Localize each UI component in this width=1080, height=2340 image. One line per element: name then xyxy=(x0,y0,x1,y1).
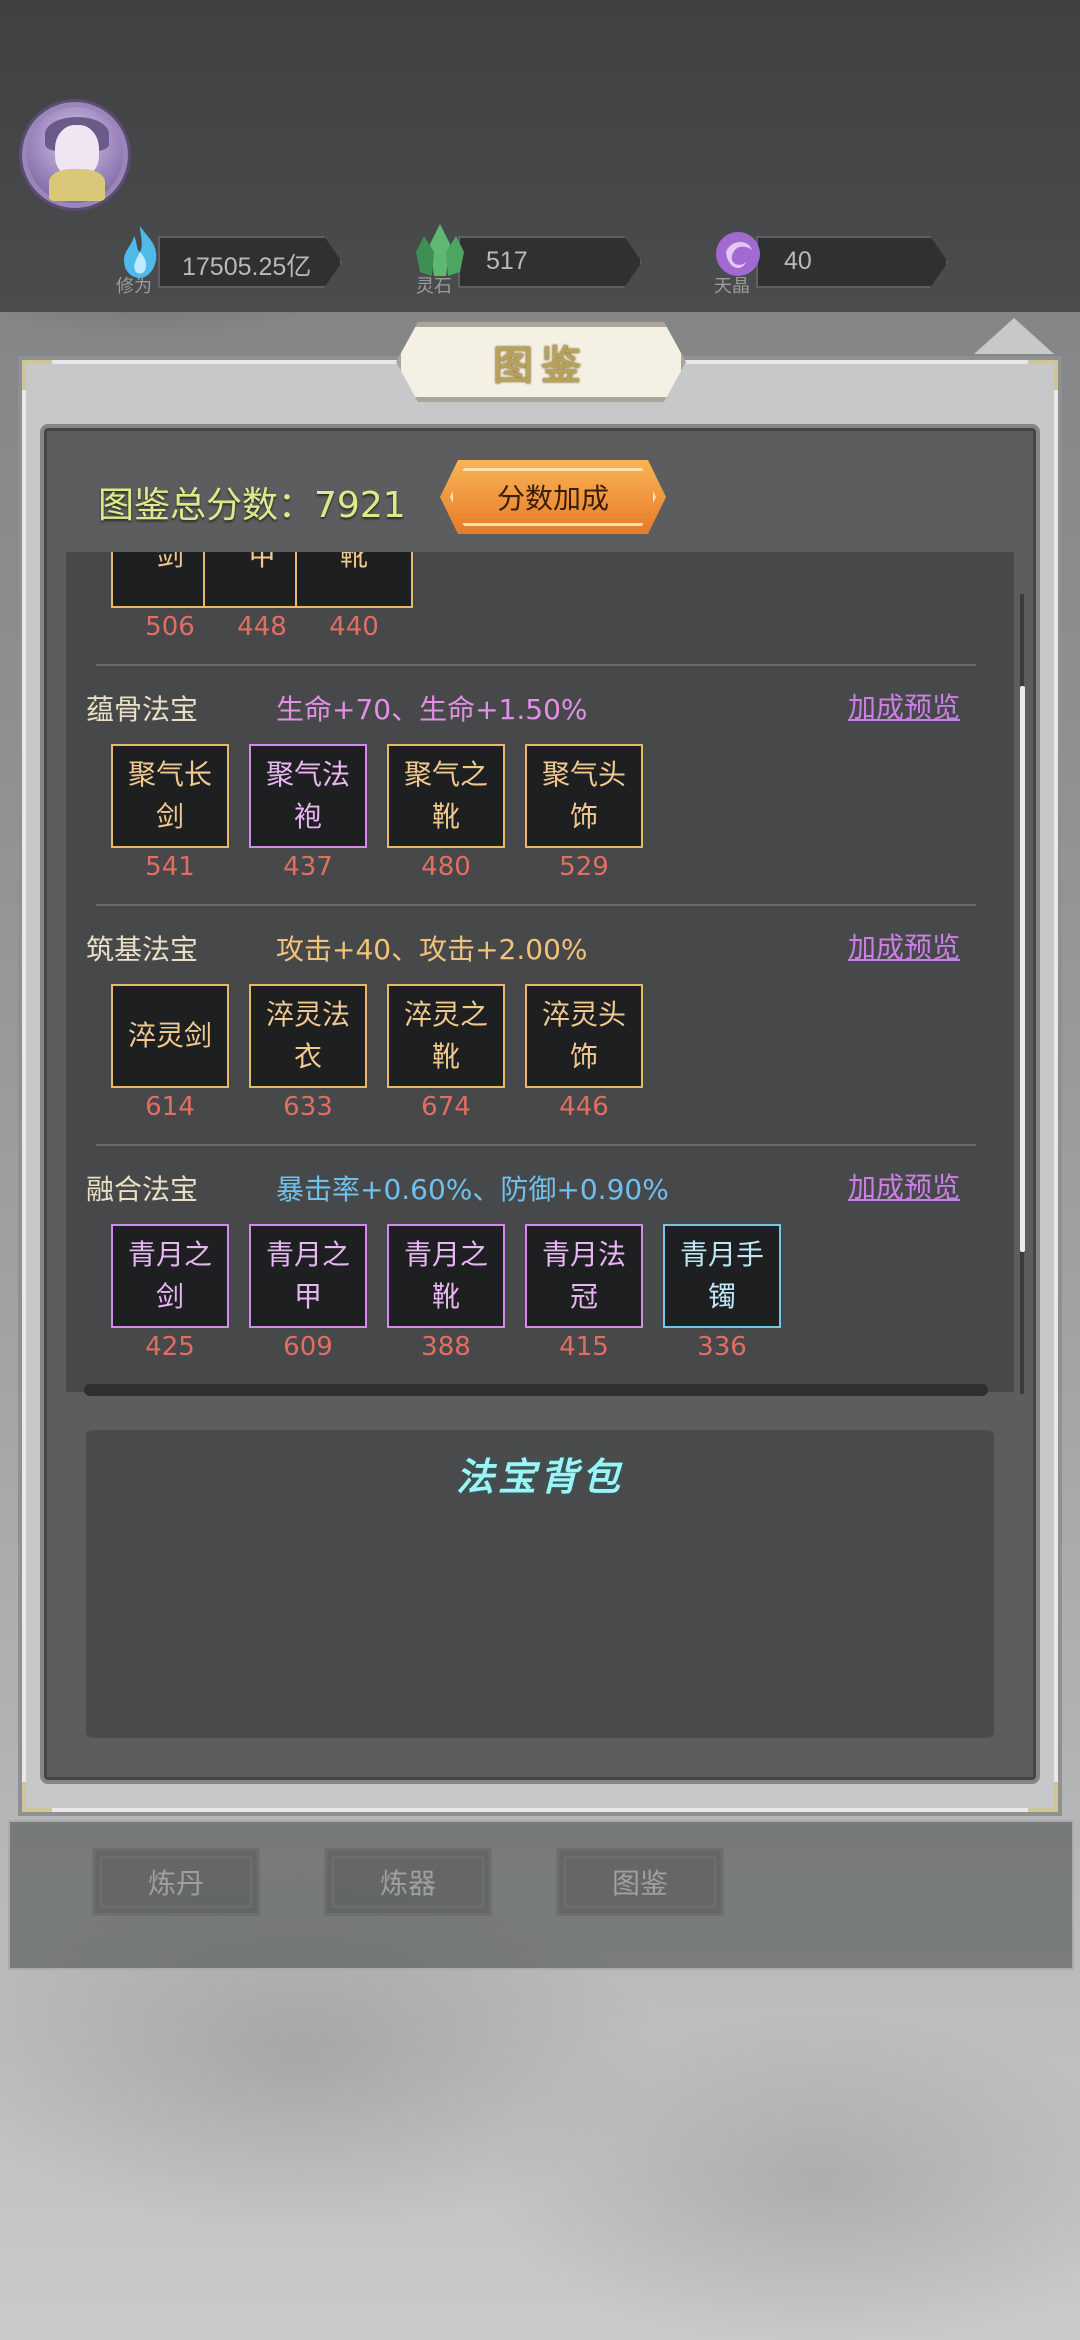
resource-value: 517 xyxy=(486,247,528,275)
resource-sky-crystal[interactable]: 40 天晶 xyxy=(708,232,948,297)
item-name: 淬灵头饰 xyxy=(541,998,626,1073)
panel-title-plaque: 图鉴 xyxy=(396,322,686,402)
item-slot[interactable]: 淬灵之靴 xyxy=(387,984,505,1088)
resource-caption: 灵石 xyxy=(416,276,452,297)
treasure-bag-title: 法宝背包 xyxy=(455,1454,624,1499)
bonus-preview-link[interactable]: 加成预览 xyxy=(848,926,960,966)
item-slot[interactable]: 靴 xyxy=(295,552,413,608)
tab-label: 炼丹 xyxy=(147,1867,204,1900)
total-score: 图鉴总分数：7921 xyxy=(98,476,406,528)
resource-value: 17505.25亿 xyxy=(182,253,312,281)
item-score: 674 xyxy=(421,1092,471,1122)
item-slot[interactable]: 青月法冠 xyxy=(525,1224,643,1328)
resource-spirit-stone[interactable]: 517 灵石 xyxy=(410,224,642,297)
item-name: 淬灵之靴 xyxy=(403,998,488,1073)
resource-caption: 修为 xyxy=(116,276,152,297)
item-score: 541 xyxy=(145,852,195,882)
item-slot[interactable]: 淬灵法衣 xyxy=(249,984,367,1088)
set-bonus: 生命+70、生命+1.50% xyxy=(276,693,588,726)
item-score: 609 xyxy=(283,1332,333,1362)
section-divider xyxy=(96,904,976,906)
item-slot[interactable]: 聚气长剑 xyxy=(111,744,229,848)
item-score: 440 xyxy=(329,612,379,642)
item-slot[interactable]: 青月手镯 xyxy=(663,1224,781,1328)
tab-codex[interactable]: 图鉴 xyxy=(556,1848,724,1916)
list-bottom-edge xyxy=(84,1384,988,1396)
resource-value: 40 xyxy=(784,247,812,275)
resource-cultivation[interactable]: 17505.25亿 修为 xyxy=(110,226,342,297)
item-slot[interactable]: 聚气头饰 xyxy=(525,744,643,848)
set-bonus: 攻击+40、攻击+2.00% xyxy=(276,933,588,966)
total-score-value: 7921 xyxy=(314,485,406,526)
item-score: 446 xyxy=(559,1092,609,1122)
resource-caption: 天晶 xyxy=(714,276,750,297)
item-slot[interactable]: 青月之甲 xyxy=(249,1224,367,1328)
item-name: 淬灵法衣 xyxy=(265,998,350,1073)
item-name: 聚气法袍 xyxy=(265,758,350,833)
item-name: 聚气之靴 xyxy=(403,758,488,833)
item-score: 388 xyxy=(421,1332,471,1362)
codex-set-list[interactable]: 剑 甲 靴 506 448 440 蕴骨法宝 生命+70、生命+1.50% 加成… xyxy=(66,552,1014,1392)
top-hud: 17505.25亿 修为 517 灵石 40 天晶 xyxy=(0,0,1080,312)
item-name: 青月之靴 xyxy=(403,1238,488,1313)
total-score-label: 图鉴总分数： xyxy=(98,485,315,526)
bonus-preview-link[interactable]: 加成预览 xyxy=(848,1166,960,1206)
section-divider xyxy=(96,664,976,666)
item-score: 437 xyxy=(283,852,333,882)
item-name: 剑 xyxy=(155,552,184,572)
tab-label: 炼器 xyxy=(379,1867,436,1900)
scrollbar-thumb[interactable] xyxy=(1020,686,1025,1252)
item-score: 336 xyxy=(697,1332,747,1362)
panel-corner xyxy=(1028,1782,1058,1812)
item-score: 480 xyxy=(421,852,471,882)
item-name: 聚气头饰 xyxy=(541,758,626,833)
set-name: 融合法宝 xyxy=(86,1173,199,1206)
item-name: 淬灵剑 xyxy=(127,1019,212,1052)
panel-corner xyxy=(1028,360,1058,390)
score-bonus-label: 分数加成 xyxy=(496,482,609,515)
item-score: 633 xyxy=(283,1092,333,1122)
item-score: 529 xyxy=(559,852,609,882)
tab-alchemy[interactable]: 炼丹 xyxy=(92,1848,260,1916)
bonus-preview-link[interactable]: 加成预览 xyxy=(848,686,960,726)
player-avatar[interactable] xyxy=(22,102,128,208)
tab-label: 图鉴 xyxy=(611,1867,668,1900)
item-score: 415 xyxy=(559,1332,609,1362)
item-score: 425 xyxy=(145,1332,195,1362)
panel-top-ornament xyxy=(974,318,1054,354)
item-slot[interactable]: 淬灵头饰 xyxy=(525,984,643,1088)
item-slot[interactable]: 聚气之靴 xyxy=(387,744,505,848)
panel-title: 图鉴 xyxy=(493,342,589,389)
item-slot[interactable]: 青月之靴 xyxy=(387,1224,505,1328)
item-name: 青月手镯 xyxy=(679,1238,764,1313)
panel-corner xyxy=(22,360,52,390)
item-name: 青月之剑 xyxy=(127,1238,212,1313)
item-score: 614 xyxy=(145,1092,195,1122)
set-name: 筑基法宝 xyxy=(86,933,199,966)
avatar-body xyxy=(49,169,105,201)
tab-forging[interactable]: 炼器 xyxy=(324,1848,492,1916)
item-name: 聚气长剑 xyxy=(127,758,212,833)
item-name: 青月法冠 xyxy=(541,1238,626,1313)
treasure-bag-section: 法宝背包 xyxy=(86,1430,994,1738)
set-bonus: 暴击率+0.60%、防御+0.90% xyxy=(276,1173,669,1206)
set-name: 蕴骨法宝 xyxy=(86,693,199,726)
panel-corner xyxy=(22,1782,52,1812)
section-divider xyxy=(96,1144,976,1146)
item-name: 甲 xyxy=(247,552,276,572)
item-slot[interactable]: 青月之剑 xyxy=(111,1224,229,1328)
item-name: 靴 xyxy=(339,552,368,572)
score-bonus-button[interactable]: 分数加成 xyxy=(440,460,666,534)
item-slot[interactable]: 聚气法袍 xyxy=(249,744,367,848)
item-slot[interactable]: 淬灵剑 xyxy=(111,984,229,1088)
item-name: 青月之甲 xyxy=(265,1238,350,1313)
